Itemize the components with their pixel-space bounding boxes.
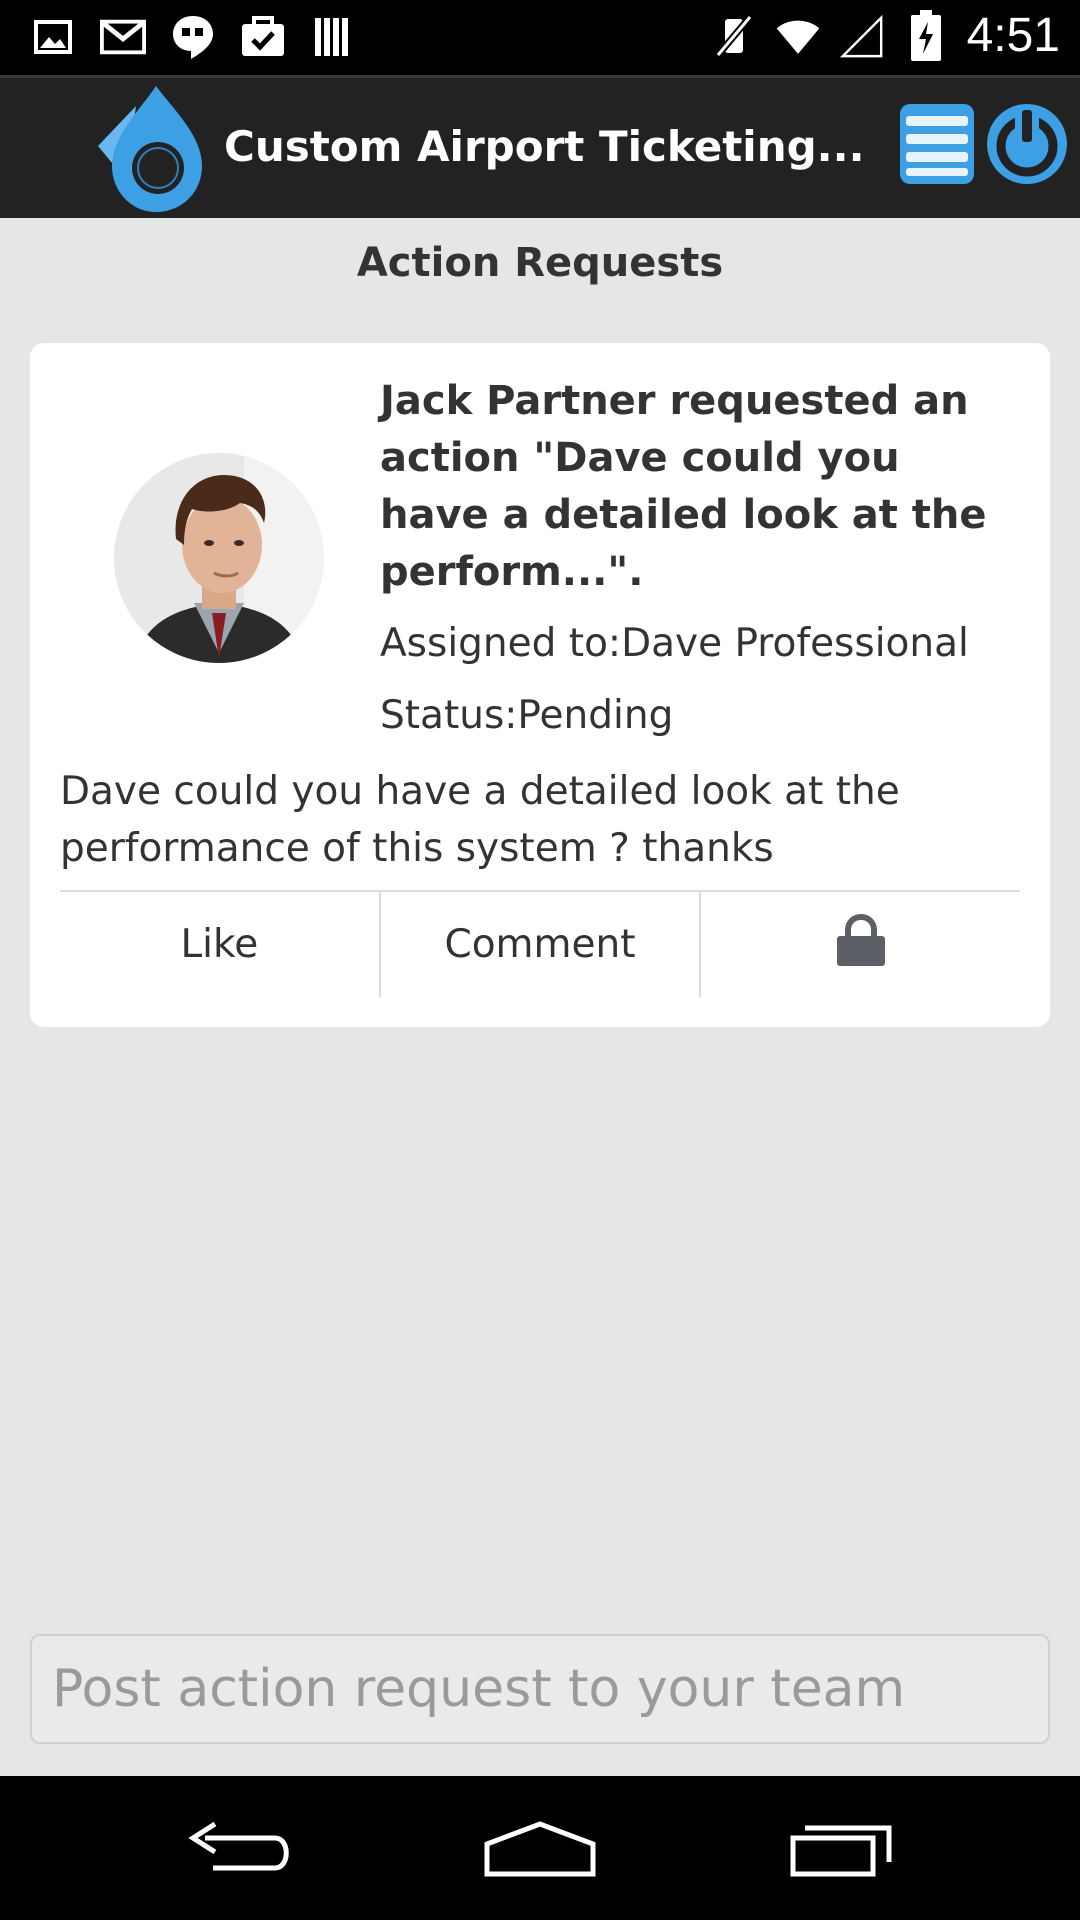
vibrate-off-icon	[711, 13, 757, 59]
menu-icon[interactable]	[898, 102, 976, 186]
notification-icons	[30, 14, 356, 60]
like-label: Like	[180, 922, 259, 967]
tasks-icon	[240, 14, 286, 60]
app-logo-icon[interactable]	[78, 84, 208, 214]
request-headline: Jack Partner requested an action "Dave c…	[380, 378, 987, 595]
lock-button[interactable]	[699, 892, 1020, 997]
app-title: Custom Airport Ticketing...	[224, 122, 865, 171]
assigned-to: Assigned to:Dave Professional	[380, 621, 969, 666]
power-icon[interactable]	[985, 102, 1069, 186]
system-icons: 4:51	[711, 8, 1060, 63]
request-status: Status:Pending	[380, 693, 674, 738]
request-body: Dave could you have a detailed look at t…	[60, 769, 900, 871]
avatar[interactable]	[114, 453, 324, 663]
barcode-icon	[310, 14, 356, 60]
card-actions: Like Comment	[60, 892, 1020, 997]
clock: 4:51	[966, 9, 1060, 62]
signal-icon	[839, 13, 885, 59]
wifi-icon	[775, 13, 821, 59]
status-bar: 4:51	[0, 0, 1080, 75]
post-action-request-input[interactable]	[30, 1634, 1050, 1744]
battery-charging-icon	[903, 9, 949, 61]
app-bar: Custom Airport Ticketing...	[0, 75, 1080, 218]
lock-icon	[833, 912, 889, 978]
action-request-card[interactable]: Jack Partner requested an action "Dave c…	[30, 343, 1050, 1027]
home-icon[interactable]	[475, 1816, 605, 1886]
hangouts-icon	[170, 14, 216, 60]
page-title: Action Requests	[356, 240, 724, 286]
recents-icon[interactable]	[775, 1816, 905, 1886]
back-icon[interactable]	[175, 1816, 305, 1886]
gmail-icon	[100, 14, 146, 60]
navigation-bar	[0, 1776, 1080, 1920]
gallery-icon	[30, 14, 76, 60]
comment-label: Comment	[444, 922, 636, 967]
like-button[interactable]: Like	[60, 892, 379, 997]
comment-button[interactable]: Comment	[378, 892, 700, 997]
